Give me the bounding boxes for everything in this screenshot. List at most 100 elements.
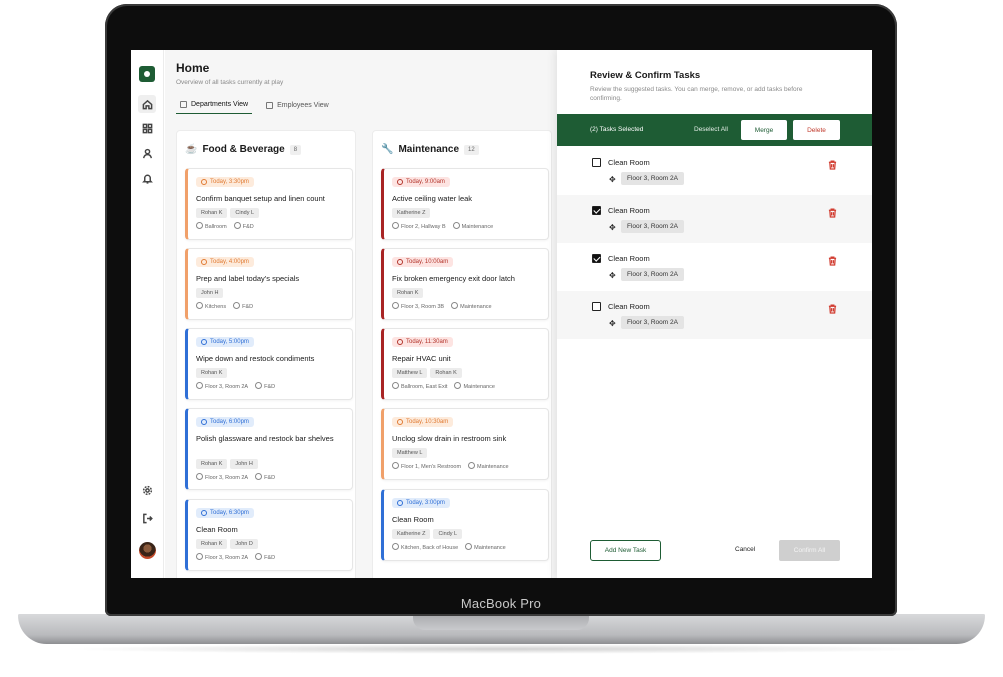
assignee-chip: John D [230, 539, 258, 549]
department-label: F&D [233, 302, 253, 310]
selection-count: (2) Tasks Selected [590, 126, 644, 133]
task-title: Clean Room [392, 515, 434, 524]
assignee-chip: Matthew L [392, 368, 428, 378]
delete-button[interactable]: Delete [793, 120, 840, 140]
cancel-button[interactable]: Cancel [735, 546, 755, 553]
gear-icon[interactable] [138, 481, 156, 499]
due-time: Today, 10:00am [406, 259, 449, 265]
location-chip[interactable]: Floor 3, Room 2A [621, 268, 684, 281]
clock-icon [397, 419, 403, 425]
sidebar [131, 50, 164, 578]
location-label: Floor 3, Room 2A [196, 382, 248, 390]
location-chip[interactable]: Floor 3, Room 2A [621, 220, 684, 233]
location-label: Floor 3, Room 2A [196, 473, 248, 481]
move-icon[interactable]: ✥ [609, 320, 616, 328]
assignee-list: Rohan K John H [196, 459, 258, 469]
table-icon [266, 101, 274, 109]
table-icon [180, 101, 187, 108]
location-label: Floor 3, Room 3B [392, 302, 444, 310]
due-time: Today, 6:30pm [210, 510, 249, 516]
clock-icon [397, 339, 403, 345]
column-header: 🔧 Maintenance 12 [381, 144, 479, 155]
department-label: F&D [255, 553, 275, 561]
panel-subtitle: Review the suggested tasks. You can merg… [590, 86, 803, 102]
assignee-chip: Rohan K [430, 368, 462, 378]
add-new-task-button[interactable]: Add New Task [590, 540, 661, 561]
column-title: Maintenance [398, 144, 460, 155]
department-label: Maintenance [468, 462, 509, 470]
location-chip[interactable]: Floor 3, Room 2A [621, 316, 684, 329]
task-checkbox[interactable] [592, 206, 601, 215]
task-meta: Floor 1, Men's Restroom Maintenance [392, 462, 509, 470]
trash-icon[interactable] [828, 301, 837, 314]
task-card[interactable]: Today, 3:00pm Clean Room Katherine Z Cindy … [381, 489, 549, 561]
due-time-badge: Today, 6:30pm [196, 508, 254, 518]
task-title: Repair HVAC unit [392, 354, 451, 363]
merge-button[interactable]: Merge [741, 120, 787, 140]
task-card[interactable]: Today, 5:00pm Wipe down and restock condi… [185, 328, 353, 400]
location-label: Floor 1, Men's Restroom [392, 462, 461, 470]
logout-icon[interactable] [138, 509, 156, 527]
move-icon[interactable]: ✥ [609, 272, 616, 280]
task-meta: Ballroom F&D [196, 222, 254, 230]
task-checkbox[interactable] [592, 302, 601, 311]
trash-icon[interactable] [828, 253, 837, 266]
assignee-chip: Cindy L [433, 529, 463, 539]
task-card[interactable]: Today, 6:30pm Clean Room Rohan K John D Floo… [185, 499, 353, 571]
deselect-all-button[interactable]: Deselect All [694, 126, 728, 133]
laptop-mockup: MacBook Pro Home Overview of all tasks c… [0, 0, 1003, 677]
assignee-list: Rohan K Cindy L [196, 208, 260, 218]
avatar[interactable] [139, 542, 156, 559]
column-maintenance: 🔧 Maintenance 12 Today, 9:00am Active ceilin… [372, 130, 552, 578]
assignee-chip: Rohan K [392, 288, 424, 298]
clock-icon [201, 510, 207, 516]
confirm-all-button[interactable]: Confirm All [779, 540, 840, 561]
task-title: Clean Room [196, 525, 238, 534]
task-meta: Kitchen, Back of House Maintenance [392, 543, 506, 551]
column-title: Food & Beverage [202, 144, 285, 155]
task-title: Active ceiling water leak [392, 194, 473, 203]
due-time: Today, 10:30am [406, 419, 449, 425]
tab-departments-view[interactable]: Departments View [176, 98, 253, 114]
task-card[interactable]: Today, 4:00pm Prep and label today's spec… [185, 248, 353, 320]
due-time-badge: Today, 10:30am [392, 417, 454, 427]
due-time: Today, 9:00am [406, 179, 445, 185]
trash-icon[interactable] [828, 205, 837, 218]
assignee-list: Rohan K [392, 288, 424, 298]
bell-icon[interactable] [138, 169, 156, 187]
grid-icon[interactable] [138, 119, 156, 137]
assignee-chip: Katherine Z [392, 529, 431, 539]
task-checkbox[interactable] [592, 254, 601, 263]
review-task-row: Clean Room ✥ Floor 3, Room 2A [557, 291, 872, 339]
trash-icon[interactable] [828, 157, 837, 170]
move-icon[interactable]: ✥ [609, 176, 616, 184]
review-task-row: Clean Room ✥ Floor 3, Room 2A [557, 195, 872, 243]
task-title: Fix broken emergency exit door latch [392, 274, 515, 283]
move-icon[interactable]: ✥ [609, 224, 616, 232]
task-meta: Floor 3, Room 3B Maintenance [392, 302, 492, 310]
tab-employees-view[interactable]: Employees View [262, 98, 333, 114]
assignee-list: Matthew L [392, 448, 428, 458]
task-card[interactable]: Today, 6:00pm Polish glassware and restoc… [185, 408, 353, 490]
clock-icon [201, 179, 207, 185]
location-chip[interactable]: Floor 3, Room 2A [621, 172, 684, 185]
user-icon[interactable] [138, 144, 156, 162]
column-food-beverage: ☕ Food & Beverage 8 Today, 3:30pm Confirm ba… [176, 130, 356, 578]
task-title: Polish glassware and restock bar shelves [196, 434, 334, 443]
assignee-list: Katherine Z [392, 208, 431, 218]
home-icon[interactable] [138, 95, 156, 113]
clock-icon [397, 500, 403, 506]
task-card[interactable]: Today, 11:30am Repair HVAC unit Matthew LR… [381, 328, 549, 400]
location-label: Ballroom, East Exit [392, 382, 447, 390]
task-card[interactable]: Today, 10:00am Fix broken emergency exit … [381, 248, 549, 320]
location-label: Kitchen, Back of House [392, 543, 458, 551]
task-card[interactable]: Today, 10:30am Unclog slow drain in restr… [381, 408, 549, 480]
task-checkbox[interactable] [592, 158, 601, 167]
review-panel: Review & Confirm Tasks Review the sugges… [557, 50, 872, 578]
department-label: Maintenance [453, 222, 494, 230]
task-card[interactable]: Today, 3:30pm Confirm banquet setup and l… [185, 168, 353, 240]
app-logo[interactable] [139, 66, 155, 82]
due-time-badge: Today, 9:00am [392, 177, 450, 187]
review-task-title: Clean Room [608, 254, 650, 263]
task-card[interactable]: Today, 9:00am Active ceiling water leak Ka… [381, 168, 549, 240]
